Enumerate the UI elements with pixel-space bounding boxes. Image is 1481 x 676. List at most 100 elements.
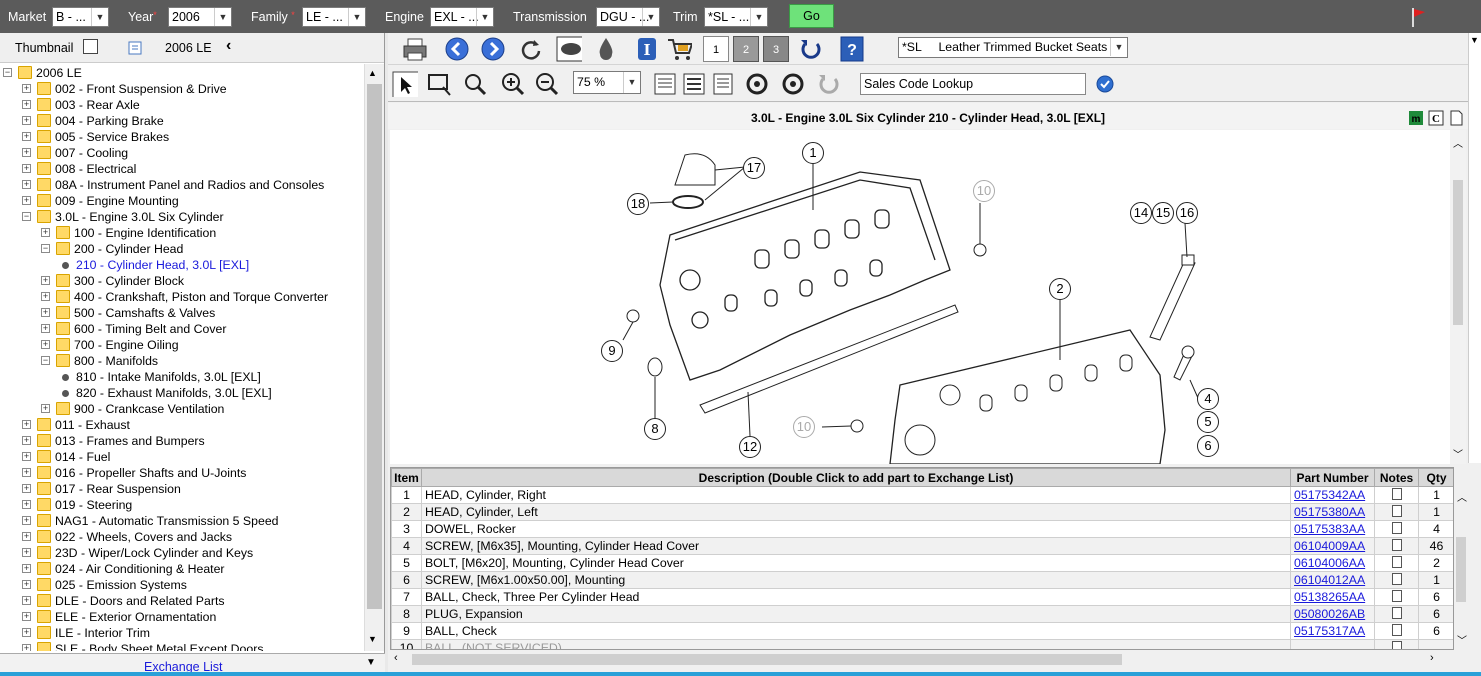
tree-leaf-item[interactable]: 810 - Intake Manifolds, 3.0L [EXL] xyxy=(0,369,364,385)
table-row[interactable]: 2 HEAD, Cylinder, Left 05175380AA 1 xyxy=(391,503,1453,521)
note-document-icon[interactable] xyxy=(1391,538,1402,551)
tree-folder-item[interactable]: +025 - Emission Systems xyxy=(0,577,364,593)
chevron-up-icon[interactable]: ︿ xyxy=(1457,489,1467,504)
expand-toggle-icon[interactable]: + xyxy=(22,532,31,541)
tree-folder-item[interactable]: +009 - Engine Mounting xyxy=(0,193,364,209)
callout-bubble[interactable]: 10 xyxy=(793,416,815,438)
thumbnail-checkbox[interactable] xyxy=(83,39,98,54)
part-number-link[interactable]: 05175380AA xyxy=(1294,505,1365,519)
diagram-vertical-scrollbar[interactable]: ︿ ﹀ xyxy=(1450,130,1466,464)
chevron-left-icon[interactable]: ‹ xyxy=(394,652,398,664)
note-document-icon[interactable] xyxy=(1391,487,1402,500)
table-row[interactable]: 8 PLUG, Expansion 05080026AB 6 xyxy=(391,605,1453,623)
callout-bubble[interactable]: 8 xyxy=(644,418,666,440)
oil-drop-icon[interactable] xyxy=(594,36,620,62)
tree-folder-item[interactable]: + SLE - Body Sheet Metal Except Doors xyxy=(0,641,364,651)
part-number-link[interactable]: 05080026AB xyxy=(1294,607,1365,621)
callout-bubble[interactable]: 6 xyxy=(1197,435,1219,457)
expand-toggle-icon[interactable]: + xyxy=(22,596,31,605)
expand-toggle-icon[interactable]: + xyxy=(22,436,31,445)
tree-leaf-item[interactable]: 210 - Cylinder Head, 3.0L [EXL] xyxy=(0,257,364,273)
reset-view-icon[interactable] xyxy=(816,71,842,97)
tree-folder-item[interactable]: +014 - Fuel xyxy=(0,449,364,465)
select-box-icon[interactable] xyxy=(426,71,452,97)
table-row[interactable]: 6 SCREW, [M6x1.00x50.00], Mounting 0610401… xyxy=(391,571,1453,589)
tree-folder-item[interactable]: +002 - Front Suspension & Drive xyxy=(0,81,364,97)
zoom-select[interactable]: 75 % ▼ xyxy=(573,71,641,94)
expand-toggle-icon[interactable]: + xyxy=(41,308,50,317)
table-horizontal-scrollbar[interactable]: ‹ › xyxy=(390,650,1454,668)
collapse-toggle-icon[interactable]: − xyxy=(22,212,31,221)
tree-folder-item[interactable]: +08A - Instrument Panel and Radios and C… xyxy=(0,177,364,193)
tree-folder-item[interactable]: +400 - Crankshaft, Piston and Torque Con… xyxy=(0,289,364,305)
tree-folder-item[interactable]: +019 - Steering xyxy=(0,497,364,513)
zoom-out-icon[interactable] xyxy=(534,71,560,97)
rotate-left-icon[interactable] xyxy=(744,71,770,97)
engine-select[interactable]: EXL - ... ▼ xyxy=(430,7,494,27)
note-document-icon[interactable] xyxy=(1391,589,1402,602)
diagram-scroll-thumb[interactable] xyxy=(1453,180,1463,325)
expand-toggle-icon[interactable]: + xyxy=(22,484,31,493)
collapse-toggle-icon[interactable]: − xyxy=(41,356,50,365)
expand-toggle-icon[interactable]: + xyxy=(22,628,31,637)
tree-folder-item[interactable]: + ELE - Exterior Ornamentation xyxy=(0,609,364,625)
flag-icon[interactable] xyxy=(1409,6,1427,28)
callout-bubble[interactable]: 10 xyxy=(973,180,995,202)
callout-bubble[interactable]: 18 xyxy=(627,193,649,215)
callout-bubble[interactable]: 2 xyxy=(1049,278,1071,300)
table-row[interactable]: 1 HEAD, Cylinder, Right 05175342AA 1 xyxy=(391,486,1453,504)
expand-toggle-icon[interactable]: + xyxy=(41,292,50,301)
collapse-toggle-icon[interactable]: − xyxy=(3,68,12,77)
note-document-icon[interactable] xyxy=(1391,606,1402,619)
expand-toggle-icon[interactable]: + xyxy=(41,324,50,333)
note-document-icon[interactable] xyxy=(1391,572,1402,585)
table-row[interactable]: 5 BOLT, [M6x20], Mounting, Cylinder Head … xyxy=(391,554,1453,572)
col-notes[interactable]: Notes xyxy=(1374,468,1419,487)
expand-toggle-icon[interactable]: + xyxy=(22,420,31,429)
callout-bubble[interactable]: 5 xyxy=(1197,411,1219,433)
tree-folder-item[interactable]: +007 - Cooling xyxy=(0,145,364,161)
expand-toggle-icon[interactable]: + xyxy=(22,452,31,461)
expand-toggle-icon[interactable]: + xyxy=(41,404,50,413)
tree-folder-item[interactable]: +008 - Electrical xyxy=(0,161,364,177)
expand-toggle-icon[interactable]: + xyxy=(22,644,31,651)
tree-scrollbar[interactable]: ▲ ▼ xyxy=(364,64,384,651)
family-select[interactable]: LE - ... ▼ xyxy=(302,7,366,27)
diagram-canvas[interactable] xyxy=(390,130,1448,464)
parts-stack-icon[interactable] xyxy=(556,36,582,62)
chevron-down-icon[interactable]: ﹀ xyxy=(1453,446,1463,461)
expand-toggle-icon[interactable]: + xyxy=(22,500,31,509)
magnifier-icon[interactable] xyxy=(462,71,488,97)
col-description[interactable]: Description (Double Click to add part to… xyxy=(420,468,1292,487)
go-button[interactable]: Go xyxy=(789,4,834,28)
refresh-icon[interactable] xyxy=(518,36,544,62)
callout-bubble[interactable]: 14 xyxy=(1130,202,1152,224)
note-document-icon[interactable] xyxy=(1391,640,1402,649)
tree-folder-item[interactable]: + NAG1 - Automatic Transmission 5 Speed xyxy=(0,513,364,529)
callout-bubble[interactable]: 16 xyxy=(1176,202,1198,224)
scroll-down-icon[interactable]: ▼ xyxy=(368,634,377,644)
rotate-right-icon[interactable] xyxy=(780,71,806,97)
trim-select[interactable]: *SL - ... ▼ xyxy=(704,7,768,27)
actual-size-icon[interactable] xyxy=(710,71,736,97)
year-select[interactable]: 2006 ▼ xyxy=(168,7,232,27)
chevron-up-icon[interactable]: ︿ xyxy=(1453,135,1463,150)
expand-toggle-icon[interactable]: + xyxy=(22,164,31,173)
note-document-icon[interactable] xyxy=(1391,555,1402,568)
expand-toggle-icon[interactable]: + xyxy=(22,100,31,109)
expand-toggle-icon[interactable]: + xyxy=(22,548,31,557)
document-icon[interactable] xyxy=(1448,110,1464,126)
col-part-number[interactable]: Part Number xyxy=(1290,468,1376,487)
market-select[interactable]: B - ... ▼ xyxy=(52,7,109,27)
tree-folder-item[interactable]: +900 - Crankcase Ventilation xyxy=(0,401,364,417)
cart-icon[interactable] xyxy=(666,36,692,62)
chevron-down-icon[interactable]: ﹀ xyxy=(1457,632,1467,647)
info-icon[interactable]: I xyxy=(636,36,662,62)
fit-width-icon[interactable] xyxy=(681,71,707,97)
tree-folder-item[interactable]: + DLE - Doors and Related Parts xyxy=(0,593,364,609)
tree-folder-item[interactable]: +700 - Engine Oiling xyxy=(0,337,364,353)
part-number-link[interactable]: 05138265AA xyxy=(1294,590,1365,604)
table-row[interactable]: 9 BALL, Check 05175317AA 6 xyxy=(391,622,1453,640)
table-row[interactable]: 3 DOWEL, Rocker 05175383AA 4 xyxy=(391,520,1453,538)
expand-toggle-icon[interactable]: + xyxy=(22,180,31,189)
